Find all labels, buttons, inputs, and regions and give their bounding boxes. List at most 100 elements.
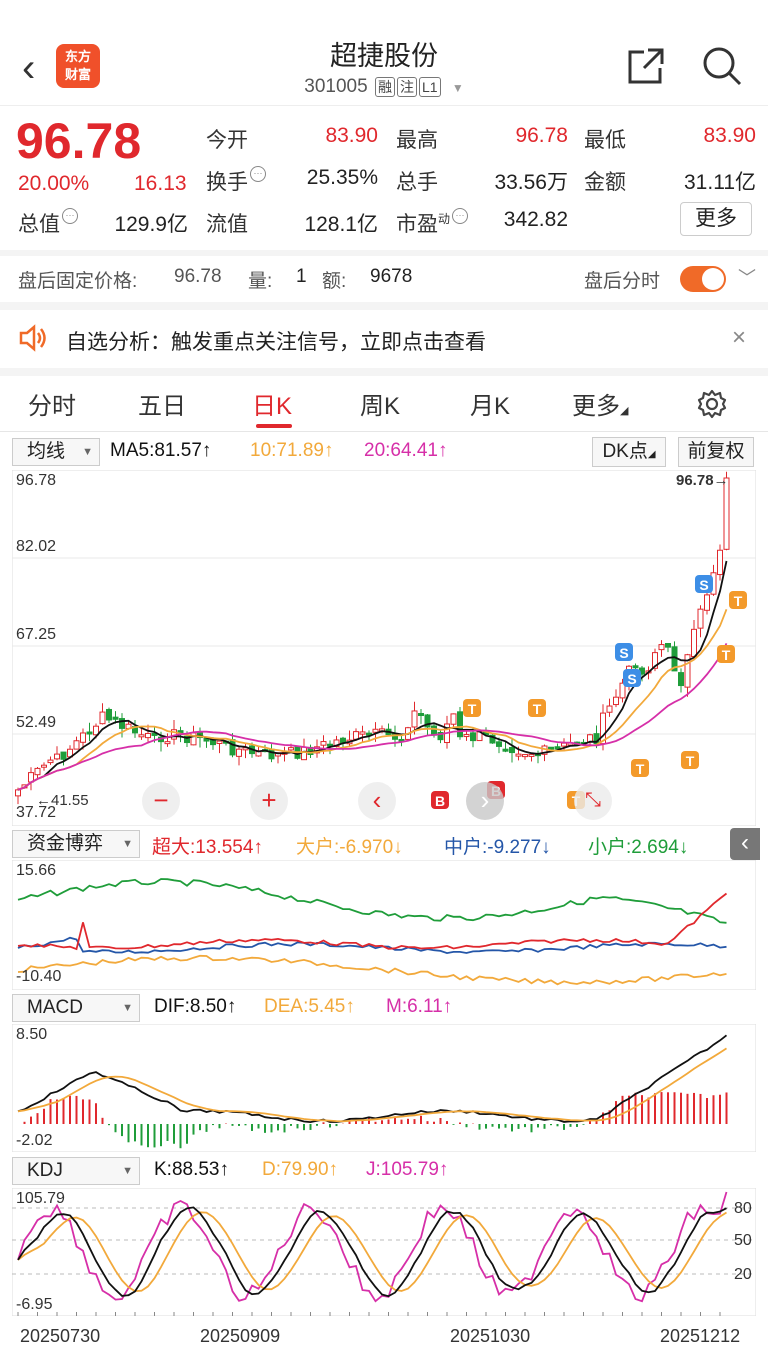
candle-body [522, 754, 528, 758]
tab-monthly-k[interactable]: 月K [470, 386, 510, 421]
signal-marker-label: S [619, 645, 628, 661]
kdj-d-value: D:79.90↑ [262, 1159, 339, 1180]
candle-body [86, 731, 93, 735]
candle-body [691, 628, 697, 657]
notice-text: 自选分析：触发重点关注信号，立即点击查看 [66, 331, 486, 354]
candle-body [678, 672, 684, 687]
candle-body [613, 696, 619, 706]
amount-value: 31.11亿 [684, 171, 756, 194]
tab-five-day[interactable]: 五日 [138, 386, 186, 421]
dk-point-button[interactable]: DK点◢ [592, 437, 666, 467]
scroll-right-icon[interactable]: › [466, 782, 504, 820]
speaker-icon [19, 324, 46, 352]
chart-border [12, 1024, 756, 1152]
dea-value: DEA:5.45↑ [264, 996, 355, 1017]
after-hours-toggle[interactable] [680, 266, 726, 292]
kline-y-label: 67.25 [16, 626, 57, 643]
more-quote-button[interactable]: 更多 [680, 202, 752, 236]
high-label: 最高 [396, 129, 438, 152]
zoom-out-icon[interactable]: − [142, 782, 180, 820]
kdj-k-value: K:88.53↑ [154, 1159, 229, 1180]
candle-body [268, 748, 275, 760]
kdj-j-value: J:105.79↑ [366, 1159, 449, 1180]
fullscreen-icon[interactable]: ⤡ [574, 782, 612, 820]
divider [0, 302, 768, 310]
kdj-level-80: 80 [734, 1200, 752, 1217]
period-tabs: 分时 五日 日K 周K 月K 更多◢ [0, 376, 768, 432]
date-label: 20251212 [660, 1326, 741, 1346]
mktcap-value: 129.9亿 [114, 213, 188, 236]
candle-body [515, 753, 522, 757]
zoom-in-icon[interactable]: + [250, 782, 288, 820]
candle-body [353, 731, 359, 740]
adjust-price-button[interactable]: 前复权 [678, 437, 754, 467]
close-icon[interactable]: × [732, 324, 746, 352]
gear-icon[interactable] [696, 388, 728, 420]
ma20-value: 20:64.41↑ [364, 440, 448, 461]
candle-body [496, 741, 502, 747]
amount-label: 金额 [584, 171, 626, 194]
tab-daily-k[interactable]: 日K [252, 386, 292, 421]
notice-banner[interactable]: 自选分析：触发重点关注信号，立即点击查看 × [0, 312, 768, 368]
candle-body [658, 644, 665, 651]
candle-body [288, 747, 294, 751]
kdj-chart[interactable] [12, 1188, 756, 1316]
candle-body [190, 732, 197, 746]
chevron-down-icon[interactable]: ﹀ [738, 264, 756, 290]
kline-y-label: 96.78 [16, 472, 57, 489]
tag-margin: 融 [374, 77, 395, 97]
capital-flow-chart[interactable] [12, 860, 756, 990]
candle-body [112, 716, 119, 720]
candle-body [502, 748, 509, 752]
candle-body [106, 708, 112, 721]
macd-chart[interactable] [12, 1024, 756, 1152]
info-icon[interactable]: ··· [62, 208, 78, 224]
candle-body [457, 711, 463, 738]
tag-registered: 注 [396, 77, 417, 97]
candle-body [320, 741, 327, 746]
candle-body [301, 746, 307, 761]
collapse-panel-icon[interactable]: ‹ [730, 828, 760, 860]
ma20-line [17, 643, 728, 791]
signal-marker-label: T [468, 701, 477, 717]
candle-body [665, 642, 671, 648]
kline-chart[interactable]: TTBBSSSTTTTT [12, 470, 756, 826]
candle-body [463, 734, 470, 738]
after-hours-qty: 1 [296, 266, 307, 287]
expand-arrow-icon[interactable]: ▼ [452, 81, 464, 95]
candle-body [41, 764, 47, 768]
candle-body [606, 705, 613, 713]
kdj-level-20: 20 [734, 1266, 752, 1283]
candle-body [47, 759, 54, 764]
scroll-left-icon[interactable]: ‹ [358, 782, 396, 820]
capital-selector[interactable]: 资金博弈 [12, 830, 140, 858]
volume-value: 33.56万 [494, 171, 568, 194]
open-label: 今开 [206, 129, 248, 152]
tab-more[interactable]: 更多◢ [572, 386, 628, 421]
macd-selector[interactable]: MACD [12, 994, 140, 1022]
search-icon[interactable] [700, 44, 744, 88]
low-price-marker: ←41.55 [36, 792, 89, 809]
candle-body [697, 608, 704, 629]
ma-selector[interactable]: 均线 [12, 438, 100, 466]
candle-body [145, 732, 151, 739]
share-icon[interactable] [624, 44, 668, 88]
candle-body [216, 740, 223, 745]
candle-body [450, 713, 457, 725]
after-hours-qty-label: 量: [248, 271, 273, 292]
capital-y-top: 15.66 [16, 862, 57, 879]
top-bar: ‹ 东方 财富 超捷股份 301005 融注 L1 ▼ [0, 0, 768, 106]
info-icon[interactable]: ··· [250, 166, 266, 182]
tab-weekly-k[interactable]: 周K [360, 386, 400, 421]
candle-body [34, 767, 41, 776]
candle-body [561, 742, 567, 747]
ma5-value: MA5:81.57↑ [110, 440, 212, 461]
kdj-selector[interactable]: KDJ [12, 1157, 140, 1185]
info-icon[interactable]: ··· [452, 208, 469, 224]
dif-line [17, 1034, 728, 1124]
signal-marker-label: S [699, 577, 708, 593]
signal-marker-label: T [636, 761, 645, 777]
tab-intraday[interactable]: 分时 [28, 386, 76, 421]
capital-y-bottom: -10.40 [16, 968, 62, 985]
candle-body [60, 751, 67, 760]
